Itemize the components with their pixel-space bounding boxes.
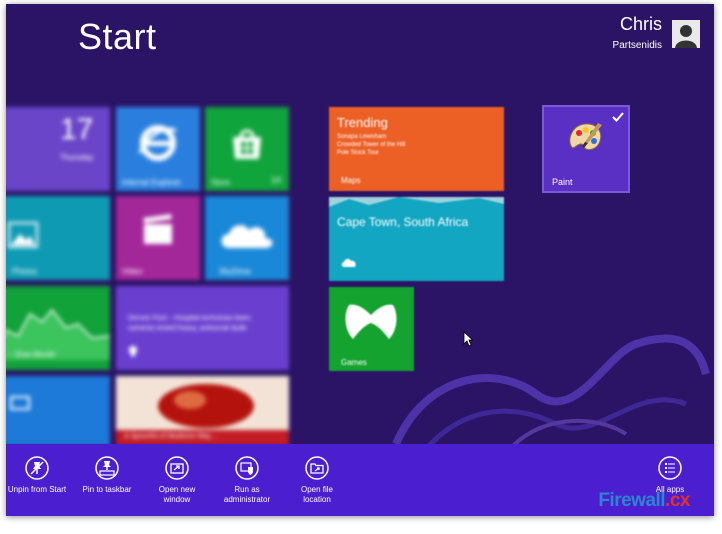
photos-icon [8, 222, 38, 248]
maps-line-1: Sonapa Lewisham [337, 134, 387, 140]
news-tile[interactable]: Denver Post – Hospital technician been c… [116, 286, 289, 370]
weather-city: Cape Town, South Africa [337, 215, 469, 229]
firewall-cx-logo: Firewall.cx [598, 490, 690, 512]
user-subtitle[interactable]: Partsenidis [613, 40, 662, 51]
news-text: Denver Post – Hospital technician been c… [128, 315, 251, 332]
unpin-from-start-label: Unpin from Start [7, 485, 67, 494]
photos-label: Photos [12, 267, 37, 276]
open-new-window-label: Open new window [158, 485, 196, 504]
checkmark-icon [612, 112, 624, 122]
paint-tile[interactable]: Paint [542, 105, 630, 193]
calendar-tile[interactable]: 17 Thursday [6, 107, 110, 191]
pin-to-taskbar-icon [95, 456, 119, 480]
skydrive-tile[interactable]: SkyDrive [205, 196, 289, 280]
location-pin-icon [129, 346, 137, 358]
store-icon [233, 129, 261, 159]
start-screen: Start Chris Partsenidis 17 Thursday Inte… [6, 4, 714, 516]
maps-heading: Trending [337, 115, 388, 130]
finance-tile[interactable]: − Dow Month [6, 286, 110, 370]
video-icon [143, 214, 172, 244]
food-tile[interactable]: A Spoonful of Medicine May… [116, 376, 289, 446]
new-window-icon [165, 456, 189, 480]
pin-to-taskbar-label: Pin to taskbar [82, 485, 132, 494]
video-tile[interactable]: Video [116, 196, 200, 280]
app-bar: Unpin from Start Pin to taskbar Open new… [6, 444, 714, 516]
pin-to-taskbar-button[interactable]: Pin to taskbar [72, 456, 142, 495]
internet-explorer-icon [138, 125, 177, 161]
run-as-administrator-button[interactable]: Run as administrator [212, 456, 282, 505]
cloud-icon [341, 258, 356, 267]
unpin-icon [25, 456, 49, 480]
maps-line-2: Crowded Tower of the Hill [337, 142, 406, 148]
paint-label: Paint [552, 177, 573, 187]
photos-tile[interactable]: Photos [6, 196, 110, 280]
games-label: Games [341, 358, 367, 367]
all-apps-icon [658, 456, 682, 480]
mail-icon [10, 396, 30, 410]
cloud-icon [221, 225, 273, 248]
finance-text: − Dow Month [8, 350, 56, 359]
page-title: Start [78, 16, 157, 57]
background-swirl [392, 334, 710, 454]
mouse-cursor-icon [463, 331, 473, 347]
store-label: Store [211, 178, 231, 187]
calendar-day: Thursday [60, 153, 94, 162]
calendar-number: 17 [60, 113, 94, 146]
maps-line-3: Pole Stock Tour [337, 150, 379, 156]
skydrive-label: SkyDrive [219, 267, 252, 276]
ie-label: Internet Explorer [122, 178, 182, 187]
maps-label: Maps [341, 176, 361, 185]
user-name[interactable]: Chris [620, 14, 662, 35]
admin-shield-icon [235, 456, 259, 480]
store-tile[interactable]: Store 14 [205, 107, 289, 191]
open-file-location-label: Open file location [300, 485, 334, 504]
store-badge: 14 [271, 175, 282, 185]
open-new-window-button[interactable]: Open new window [142, 456, 212, 505]
xbox-icon [345, 304, 397, 339]
folder-icon [305, 456, 329, 480]
mail-tile[interactable] [6, 376, 110, 446]
open-file-location-button[interactable]: Open file location [282, 456, 352, 505]
internet-explorer-tile[interactable]: Internet Explorer [116, 107, 200, 191]
maps-tile[interactable]: Trending Sonapa Lewisham Crowded Tower o… [329, 107, 504, 191]
watermark-brand: Firewall [598, 490, 666, 511]
weather-tile[interactable]: Cape Town, South Africa [329, 197, 504, 281]
user-icon [675, 25, 697, 48]
unpin-from-start-button[interactable]: Unpin from Start [6, 456, 72, 495]
user-avatar[interactable] [672, 20, 700, 48]
run-as-administrator-label: Run as administrator [223, 485, 271, 504]
games-tile[interactable]: Games [329, 287, 414, 371]
watermark-tld: .cx [665, 490, 690, 511]
food-text: A Spoonful of Medicine May… [124, 433, 218, 440]
video-label: Video [122, 267, 143, 276]
weather-photo [329, 197, 504, 207]
paint-palette-icon [569, 123, 602, 151]
